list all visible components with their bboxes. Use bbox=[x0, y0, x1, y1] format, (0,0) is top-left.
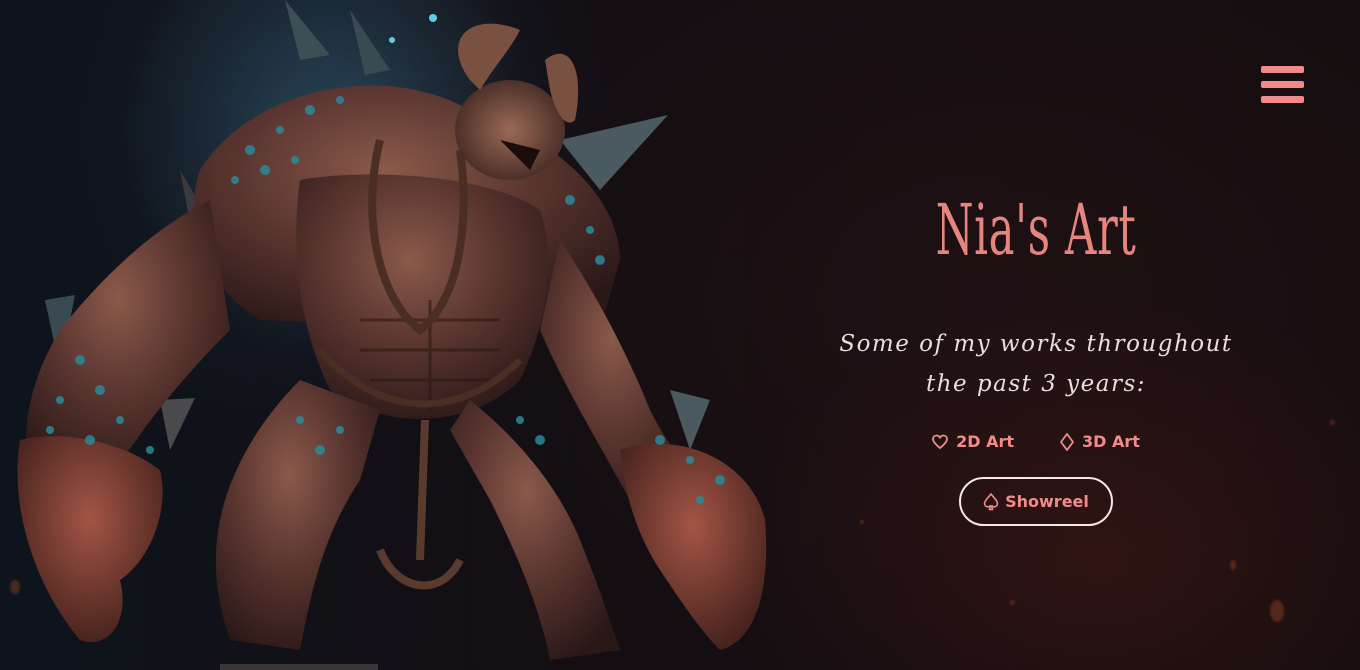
ember-particle bbox=[1330, 420, 1335, 425]
heart-outline-icon bbox=[932, 434, 948, 449]
showreel-button[interactable]: Showreel bbox=[959, 477, 1113, 526]
spade-outline-icon bbox=[983, 492, 999, 510]
ember-particle bbox=[1230, 560, 1236, 570]
diamond-outline-icon bbox=[1060, 432, 1074, 451]
hero-subtitle: Some of my works throughout the past 3 y… bbox=[839, 331, 1233, 397]
ember-particle bbox=[1010, 600, 1015, 605]
link-3d-art-label: 3D Art bbox=[1082, 432, 1140, 451]
hero-content: Nia's Art Some of my works throughout th… bbox=[820, 180, 1252, 526]
creature-artwork bbox=[0, 0, 800, 670]
scroll-indicator bbox=[220, 664, 378, 670]
link-3d-art[interactable]: 3D Art bbox=[1060, 432, 1140, 451]
hero-section: Nia's Art Some of my works throughout th… bbox=[0, 0, 1360, 670]
category-links: 2D Art 3D Art bbox=[820, 432, 1252, 451]
showreel-label: Showreel bbox=[1005, 492, 1089, 511]
menu-bar bbox=[1261, 81, 1304, 88]
link-2d-art-label: 2D Art bbox=[956, 432, 1014, 451]
link-2d-art[interactable]: 2D Art bbox=[932, 432, 1014, 451]
menu-bar bbox=[1261, 66, 1304, 73]
site-title: Nia's Art bbox=[935, 189, 1137, 271]
ember-particle bbox=[1270, 600, 1284, 622]
menu-bar bbox=[1261, 96, 1304, 103]
hamburger-menu-icon[interactable] bbox=[1261, 66, 1304, 106]
